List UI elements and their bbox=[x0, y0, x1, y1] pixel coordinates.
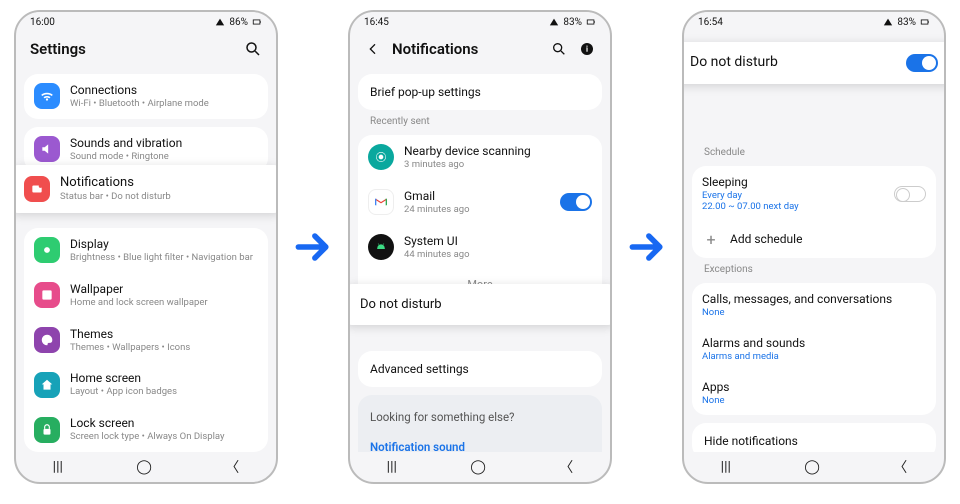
notifications-icon bbox=[24, 176, 50, 202]
advanced-row[interactable]: Advanced settings bbox=[358, 351, 602, 387]
lock-icon bbox=[34, 417, 60, 443]
settings-list[interactable]: ConnectionsWi-Fi • Bluetooth • Airplane … bbox=[16, 66, 276, 452]
app-gmail[interactable]: Gmail24 minutes ago bbox=[358, 180, 602, 225]
recent-icon[interactable]: ||| bbox=[53, 459, 63, 475]
hide-notifications[interactable]: Hide notifications bbox=[692, 423, 936, 452]
add-schedule[interactable]: + Add schedule bbox=[692, 221, 936, 258]
exc-calls[interactable]: Calls, messages, and conversationsNone bbox=[692, 283, 936, 327]
item-display[interactable]: DisplayBrightness • Blue light filter • … bbox=[24, 228, 268, 273]
battery: 83% bbox=[897, 17, 916, 28]
nearby-icon bbox=[368, 144, 394, 170]
plus-icon: + bbox=[702, 230, 720, 249]
time: 16:54 bbox=[698, 17, 723, 28]
battery: 83% bbox=[563, 17, 582, 28]
home-nav-icon[interactable]: ◯ bbox=[804, 459, 820, 475]
time: 16:00 bbox=[30, 17, 55, 28]
app-nearby[interactable]: Nearby device scanning3 minutes ago bbox=[358, 135, 602, 180]
section-exceptions: Exceptions bbox=[692, 258, 936, 275]
dnd-toggle[interactable] bbox=[906, 66, 938, 72]
time: 16:45 bbox=[364, 17, 389, 28]
status-bar: 16:00 86% bbox=[16, 12, 276, 32]
sleeping-toggle[interactable] bbox=[894, 186, 926, 202]
home-icon bbox=[34, 372, 60, 398]
display-icon bbox=[34, 237, 60, 263]
wallpaper-icon bbox=[34, 282, 60, 308]
item-notifications-highlight[interactable]: NotificationsStatus bar • Do not disturb bbox=[16, 165, 276, 213]
arrow-icon bbox=[623, 225, 671, 269]
recent-icon[interactable]: ||| bbox=[721, 459, 731, 475]
gmail-toggle[interactable] bbox=[560, 193, 592, 211]
item-home[interactable]: Home screenLayout • App icon badges bbox=[24, 362, 268, 407]
app-systemui[interactable]: System UI44 minutes ago bbox=[358, 225, 602, 270]
nav-bar: ||| ◯ 〈 bbox=[350, 452, 610, 482]
android-icon bbox=[368, 234, 394, 260]
wifi-icon bbox=[34, 83, 60, 109]
header: Notifications i bbox=[350, 32, 610, 66]
phone-dnd: 16:54 83% Do not disturb Do not disturb … bbox=[682, 10, 946, 484]
section-schedule: Schedule bbox=[692, 141, 936, 158]
sound-icon bbox=[34, 136, 60, 162]
nav-bar: ||| ◯ 〈 bbox=[16, 452, 276, 482]
back-nav-icon[interactable]: 〈 bbox=[225, 457, 239, 477]
battery: 86% bbox=[229, 17, 248, 28]
exc-apps[interactable]: AppsNone bbox=[692, 371, 936, 415]
recent-icon[interactable]: ||| bbox=[387, 459, 397, 475]
item-lock[interactable]: Lock screenScreen lock type • Always On … bbox=[24, 407, 268, 452]
link-notif-sound[interactable]: Notification sound bbox=[358, 435, 602, 452]
phone-settings: 16:00 86% Settings ConnectionsWi-Fi • Bl… bbox=[14, 10, 278, 484]
arrow-icon bbox=[289, 225, 337, 269]
dnd-main-toggle-row[interactable]: Do not disturb bbox=[684, 66, 944, 84]
home-nav-icon[interactable]: ◯ bbox=[470, 459, 486, 475]
status-bar: 16:54 83% bbox=[684, 12, 944, 32]
info-icon[interactable]: i bbox=[578, 40, 596, 58]
phone-notifications: 16:45 83% Notifications i Brief pop-up s… bbox=[348, 10, 612, 484]
search-icon[interactable] bbox=[550, 40, 568, 58]
back-nav-icon[interactable]: 〈 bbox=[559, 457, 573, 477]
brief-popup-row[interactable]: Brief pop-up settings bbox=[358, 74, 602, 110]
back-icon[interactable] bbox=[364, 40, 382, 58]
page-title: Settings bbox=[30, 40, 86, 58]
back-nav-icon[interactable]: 〈 bbox=[893, 457, 907, 477]
status-bar: 16:45 83% bbox=[350, 12, 610, 32]
page-title: Notifications bbox=[392, 40, 478, 58]
header: Settings bbox=[16, 32, 276, 66]
nav-bar: ||| ◯ 〈 bbox=[684, 452, 944, 482]
search-icon[interactable] bbox=[244, 40, 262, 58]
item-wallpaper[interactable]: WallpaperHome and lock screen wallpaper bbox=[24, 273, 268, 318]
themes-icon bbox=[34, 327, 60, 353]
home-nav-icon[interactable]: ◯ bbox=[136, 459, 152, 475]
schedule-sleeping[interactable]: Sleeping Every day 22.00 ~ 07.00 next da… bbox=[692, 166, 936, 221]
item-themes[interactable]: ThemesThemes • Wallpapers • Icons bbox=[24, 318, 268, 363]
section-recently-sent: Recently sent bbox=[358, 110, 602, 127]
notifications-content[interactable]: Brief pop-up settings Recently sent Near… bbox=[350, 66, 610, 452]
item-dnd-highlight[interactable]: Do not disturb bbox=[350, 284, 610, 325]
looking-head: Looking for something else? bbox=[358, 399, 602, 435]
dnd-content[interactable]: Do not disturb is on until you turn it o… bbox=[684, 66, 944, 452]
item-connections[interactable]: ConnectionsWi-Fi • Bluetooth • Airplane … bbox=[24, 74, 268, 119]
exc-alarms[interactable]: Alarms and soundsAlarms and media bbox=[692, 327, 936, 371]
gmail-icon bbox=[368, 189, 394, 215]
